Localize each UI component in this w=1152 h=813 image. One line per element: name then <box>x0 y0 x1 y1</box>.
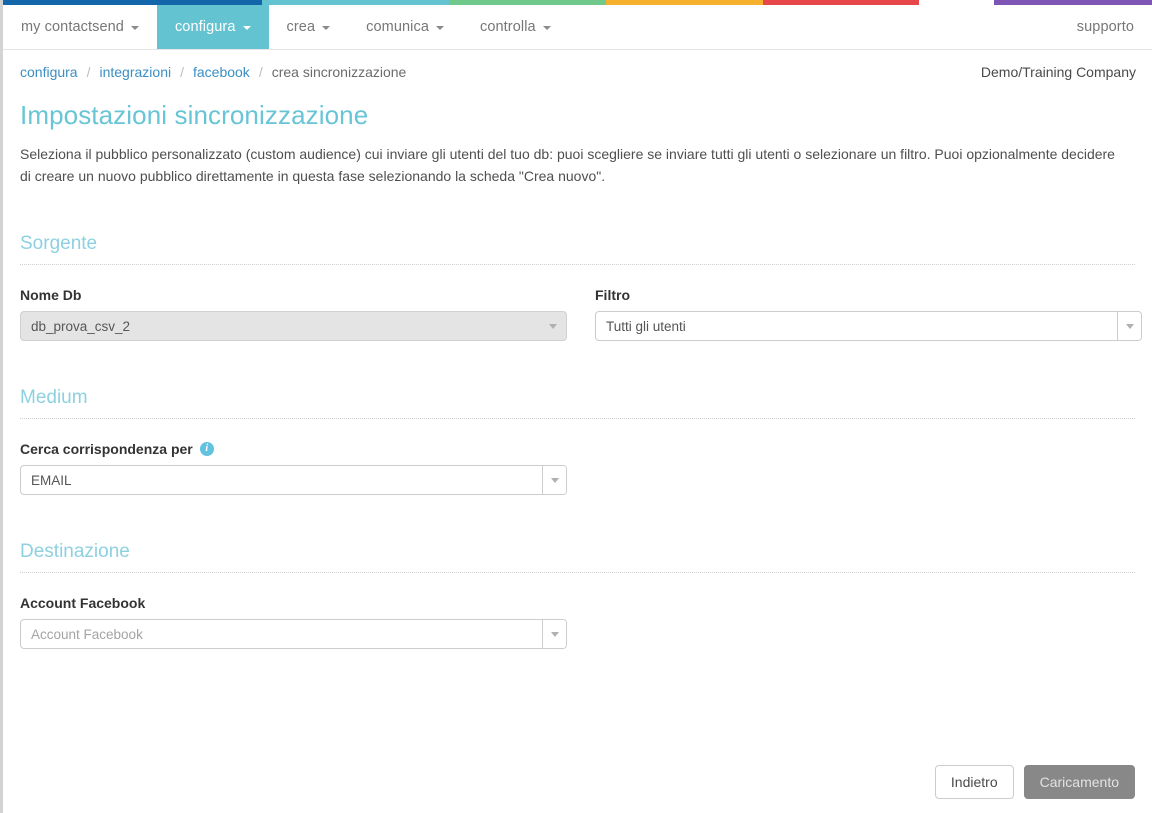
chevron-down-icon[interactable] <box>1117 312 1141 341</box>
filtro-select[interactable]: Tutti gli utenti <box>595 311 1142 342</box>
chevron-down-icon <box>130 26 139 30</box>
breadcrumb-item-integrazioni[interactable]: integrazioni <box>99 64 171 80</box>
nav-item-supporto[interactable]: supporto <box>1059 5 1152 49</box>
breadcrumb-separator: / <box>258 64 263 80</box>
section-title-sorgente: Sorgente <box>20 233 98 255</box>
breadcrumb: configura / integrazioni / facebook / cr… <box>20 64 406 80</box>
breadcrumb-row: configura / integrazioni / facebook / cr… <box>3 50 1152 80</box>
breadcrumb-separator: / <box>180 64 184 80</box>
field-label-cerca-corrispondenza: Cerca corrispondenza per i <box>20 441 567 457</box>
destinazione-fields: Account Facebook Account Facebook <box>20 595 1135 650</box>
nav-label: crea <box>286 19 316 35</box>
chevron-down-icon <box>242 26 251 30</box>
field-label-nome-db: Nome Db <box>20 287 82 304</box>
info-icon[interactable]: i <box>199 442 214 457</box>
nav-item-my-contactsend[interactable]: my contactsend <box>3 5 157 49</box>
main-navigation: my contactsend configura crea comunica c… <box>3 5 1152 50</box>
nav-item-comunica[interactable]: comunica <box>348 5 462 49</box>
nav-item-crea[interactable]: crea <box>269 5 349 49</box>
field-filtro: Filtro Tutti gli utenti <box>595 287 1142 342</box>
chevron-down-icon[interactable] <box>542 466 566 495</box>
back-button[interactable]: Indietro <box>934 764 1014 799</box>
account-facebook-placeholder: Account Facebook <box>31 626 143 642</box>
chevron-down-icon <box>435 26 444 30</box>
cerca-corrispondenza-select[interactable]: EMAIL <box>20 465 567 496</box>
filtro-value: Tutti gli utenti <box>606 318 686 334</box>
breadcrumb-item-facebook[interactable]: facebook <box>193 64 250 80</box>
nav-label: my contactsend <box>21 19 124 35</box>
page-title: Impostazioni sincronizzazione <box>20 100 369 130</box>
chevron-down-icon <box>542 26 551 30</box>
section-title-medium: Medium <box>20 387 88 409</box>
field-label-account-facebook: Account Facebook <box>20 595 146 612</box>
company-name: Demo/Training Company <box>980 64 1136 80</box>
section-divider <box>20 418 1135 420</box>
account-facebook-select[interactable]: Account Facebook <box>20 619 567 650</box>
cerca-corrispondenza-value: EMAIL <box>31 472 72 488</box>
submit-button: Caricamento <box>1023 764 1135 799</box>
page-description: Seleziona il pubblico personalizzato (cu… <box>20 146 1115 184</box>
nav-label: configura <box>174 19 236 35</box>
field-label-filtro: Filtro <box>595 287 630 304</box>
nav-item-configura[interactable]: configura <box>156 5 269 49</box>
field-label-text: Cerca corrispondenza per <box>20 441 193 458</box>
app-page: my contactsend configura crea comunica c… <box>0 0 1152 813</box>
nome-db-value: db_prova_csv_2 <box>31 318 131 334</box>
field-account-facebook: Account Facebook Account Facebook <box>20 595 567 650</box>
breadcrumb-separator: / <box>86 64 91 80</box>
form-actions: Indietro Caricamento <box>934 764 1135 799</box>
section-divider <box>20 264 1135 266</box>
section-title-destinazione: Destinazione <box>20 541 130 563</box>
chevron-down-icon[interactable] <box>542 620 566 649</box>
nav-label: supporto <box>1076 19 1134 35</box>
chevron-down-icon <box>540 323 566 329</box>
nav-item-controlla[interactable]: controlla <box>462 5 569 49</box>
nav-label: comunica <box>366 19 429 35</box>
sorgente-fields: Nome Db db_prova_csv_2 Filtro Tutti gli … <box>20 287 1142 342</box>
nav-label: controlla <box>479 19 536 35</box>
section-divider <box>20 572 1135 574</box>
section-sorgente: Sorgente Nome Db db_prova_csv_2 Filtro T… <box>20 233 1142 342</box>
chevron-down-icon <box>322 26 331 30</box>
section-medium: Medium Cerca corrispondenza per i EMAIL <box>20 387 1135 496</box>
breadcrumb-item-current: crea sincronizzazione <box>271 64 407 80</box>
field-cerca-corrispondenza: Cerca corrispondenza per i EMAIL <box>20 441 567 496</box>
main-content: Impostazioni sincronizzazione Seleziona … <box>3 100 1152 650</box>
breadcrumb-item-configura[interactable]: configura <box>20 64 78 80</box>
section-destinazione: Destinazione Account Facebook Account Fa… <box>20 541 1135 650</box>
nome-db-select[interactable]: db_prova_csv_2 <box>20 311 567 342</box>
field-nome-db: Nome Db db_prova_csv_2 <box>20 287 567 342</box>
medium-fields: Cerca corrispondenza per i EMAIL <box>20 441 1135 496</box>
